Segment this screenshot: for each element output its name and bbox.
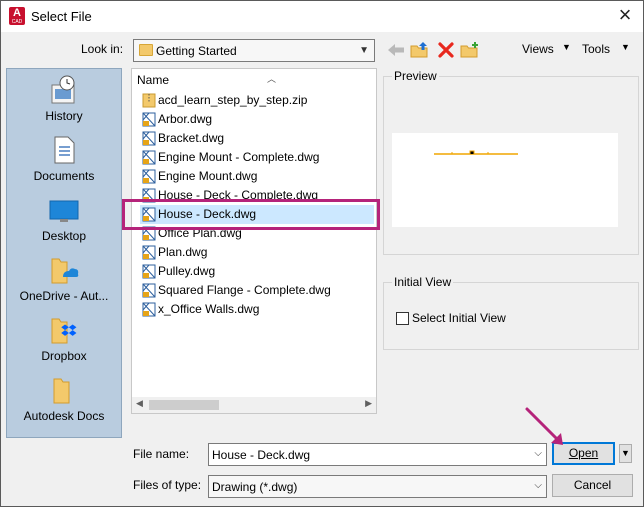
open-options-dropdown-icon[interactable]: ▼ <box>619 444 632 463</box>
desktop-icon <box>49 195 79 225</box>
initial-view-label: Initial View <box>392 275 454 289</box>
horizontal-scrollbar[interactable]: ◀ ▶ <box>131 397 377 414</box>
dwg-file-icon <box>142 150 156 165</box>
new-folder-icon[interactable] <box>460 41 480 59</box>
file-row[interactable]: Plan.dwg <box>140 243 374 262</box>
file-name: Bracket.dwg <box>158 131 225 145</box>
select-initial-view-label: Select Initial View <box>412 311 506 325</box>
place-documents[interactable]: Documents <box>7 129 121 189</box>
window-title: Select File <box>31 9 92 24</box>
open-button-label: Open <box>568 446 599 460</box>
file-row[interactable]: Arbor.dwg <box>140 110 374 129</box>
file-row[interactable]: Bracket.dwg <box>140 129 374 148</box>
file-name: Engine Mount.dwg <box>158 169 258 183</box>
files-of-type-dropdown[interactable]: Drawing (*.dwg) ⌵ <box>208 475 547 498</box>
dwg-file-icon <box>142 169 156 184</box>
file-name: Squared Flange - Complete.dwg <box>158 283 331 297</box>
autocad-app-icon: A CAD <box>9 7 25 25</box>
select-initial-view-checkbox[interactable] <box>396 312 409 325</box>
place-onedrive[interactable]: OneDrive - Aut... <box>7 249 121 309</box>
dwg-file-icon <box>142 283 156 298</box>
place-label: History <box>45 109 83 123</box>
onedrive-folder-icon <box>49 255 79 285</box>
scroll-right-icon[interactable]: ▶ <box>365 398 372 409</box>
place-label: Documents <box>33 169 95 183</box>
file-row[interactable]: x_Office Walls.dwg <box>140 300 374 319</box>
chevron-down-icon: ⌵ <box>534 480 542 491</box>
dwg-file-icon <box>142 112 156 127</box>
close-icon[interactable]: × <box>613 4 637 28</box>
place-label: Autodesk Docs <box>23 409 105 423</box>
views-menu[interactable]: Views <box>522 42 554 56</box>
files-of-type-value: Drawing (*.dwg) <box>212 480 298 494</box>
back-arrow-icon[interactable] <box>386 41 406 59</box>
file-row[interactable]: Squared Flange - Complete.dwg <box>140 281 374 300</box>
history-icon <box>49 75 79 105</box>
dwg-file-icon <box>142 131 156 146</box>
place-label: Desktop <box>41 229 87 243</box>
chevron-down-icon: ▼ <box>359 45 369 56</box>
place-desktop[interactable]: Desktop <box>7 189 121 249</box>
file-name-value: House - Deck.dwg <box>212 448 311 462</box>
initial-view-group: Initial View Select Initial View <box>383 275 639 350</box>
place-label: OneDrive - Aut... <box>19 289 109 303</box>
autodesk-docs-folder-icon <box>49 375 79 405</box>
file-row[interactable]: Pulley.dwg <box>140 262 374 281</box>
file-list[interactable]: Name ︿ acd_learn_step_by_step.zip Arbor.… <box>131 68 377 414</box>
file-name: Engine Mount - Complete.dwg <box>158 150 320 164</box>
dwg-file-icon <box>142 264 156 279</box>
file-name-input[interactable]: House - Deck.dwg ⌵ <box>208 443 547 466</box>
file-name-label: File name: <box>133 447 190 461</box>
place-dropbox[interactable]: Dropbox <box>7 309 121 369</box>
file-name: x_Office Walls.dwg <box>158 302 260 316</box>
selection-highlight-annotation <box>122 199 380 230</box>
dropbox-folder-icon <box>49 315 79 345</box>
dwg-file-icon <box>142 245 156 260</box>
file-name: acd_learn_step_by_step.zip <box>158 93 308 107</box>
delete-icon[interactable] <box>436 41 456 59</box>
file-row[interactable]: Engine Mount.dwg <box>140 167 374 186</box>
place-label: Dropbox <box>41 349 87 363</box>
file-name: Pulley.dwg <box>158 264 216 278</box>
look-in-label: Look in: <box>81 42 124 56</box>
folder-icon <box>139 44 153 56</box>
tools-menu[interactable]: Tools <box>582 42 610 56</box>
scroll-left-icon[interactable]: ◀ <box>136 398 143 409</box>
select-file-dialog: A CAD Select File × Look in: Getting Star… <box>0 0 644 507</box>
name-column-header[interactable]: Name ︿ <box>137 73 276 87</box>
places-sidebar: History Documents Desktop OneDrive - Aut… <box>6 68 122 438</box>
preview-image <box>392 133 618 227</box>
file-row[interactable]: Engine Mount - Complete.dwg <box>140 148 374 167</box>
file-row[interactable]: acd_learn_step_by_step.zip <box>140 91 374 110</box>
file-name: Arbor.dwg <box>158 112 213 126</box>
preview-group: Preview <box>383 69 639 255</box>
title-bar: A CAD Select File × <box>1 1 643 32</box>
views-dropdown-arrow-icon[interactable]: ▼ <box>562 42 571 52</box>
file-name: Plan.dwg <box>158 245 208 259</box>
sort-ascending-icon: ︿ <box>267 74 277 84</box>
tools-dropdown-arrow-icon[interactable]: ▼ <box>621 42 630 52</box>
files-of-type-label: Files of type: <box>133 478 202 492</box>
place-autodesk-docs[interactable]: Autodesk Docs <box>7 369 121 429</box>
annotation-arrow-icon <box>525 407 563 445</box>
scrollbar-thumb[interactable] <box>149 400 219 410</box>
dwg-file-icon <box>142 302 156 317</box>
look-in-dropdown[interactable]: Getting Started ▼ <box>133 39 375 62</box>
look-in-value: Getting Started <box>156 44 237 58</box>
cancel-button[interactable]: Cancel <box>552 474 633 497</box>
preview-label: Preview <box>392 69 439 83</box>
zip-file-icon <box>142 93 156 108</box>
up-one-level-icon[interactable] <box>410 41 430 59</box>
column-header-label: Name <box>137 73 170 87</box>
place-history[interactable]: History <box>7 69 121 129</box>
documents-icon <box>49 135 79 165</box>
